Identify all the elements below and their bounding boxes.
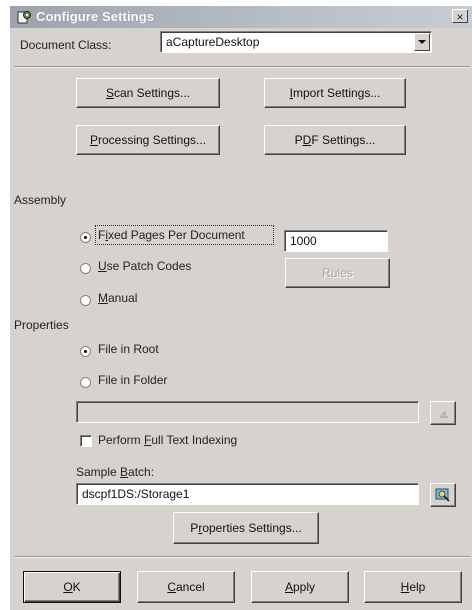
document-class-label: Document Class: bbox=[20, 38, 112, 52]
sample-batch-input[interactable]: dscpf1DS:/Storage1 bbox=[76, 483, 419, 505]
browse-folder-icon bbox=[439, 410, 448, 418]
help-button[interactable]: Help bbox=[364, 571, 462, 603]
sample-batch-value: dscpf1DS:/Storage1 bbox=[82, 487, 190, 501]
browse-folder-button[interactable] bbox=[430, 401, 456, 425]
pdf-settings-button[interactable]: PDF Settings... bbox=[264, 125, 406, 155]
manual-label[interactable]: Manual bbox=[98, 291, 137, 305]
document-class-value: aCaptureDesktop bbox=[166, 35, 260, 49]
document-class-dropdown-button[interactable] bbox=[414, 33, 430, 51]
apply-button[interactable]: Apply bbox=[251, 571, 349, 603]
dropdown-arrow-icon bbox=[418, 40, 426, 44]
use-patch-codes-radio[interactable] bbox=[80, 263, 91, 274]
fixed-pages-focus-rect bbox=[95, 225, 274, 245]
fixed-pages-value: 1000 bbox=[290, 234, 317, 248]
cancel-button[interactable]: Cancel bbox=[137, 571, 235, 603]
processing-settings-button[interactable]: Processing Settings... bbox=[76, 125, 220, 155]
full-text-indexing-checkbox[interactable] bbox=[80, 435, 92, 447]
settings-app-icon bbox=[17, 11, 31, 24]
fixed-pages-input[interactable]: 1000 bbox=[284, 230, 388, 252]
file-in-folder-radio[interactable] bbox=[80, 377, 91, 388]
assembly-label: Assembly bbox=[14, 193, 67, 207]
close-button[interactable]: × bbox=[452, 9, 468, 24]
browse-batch-button[interactable] bbox=[430, 483, 456, 507]
window-title: Configure Settings bbox=[36, 9, 155, 24]
sample-batch-label: Sample Batch: bbox=[76, 465, 155, 479]
configure-settings-dialog: Configure Settings × Document Class: aCa… bbox=[10, 6, 472, 610]
title-bar: Configure Settings × bbox=[10, 6, 472, 28]
fixed-pages-radio[interactable] bbox=[80, 232, 91, 243]
rules-button[interactable]: Rules bbox=[285, 258, 390, 288]
file-in-root-radio[interactable] bbox=[80, 346, 91, 357]
file-in-folder-label[interactable]: File in Folder bbox=[98, 373, 167, 387]
properties-label: Properties bbox=[14, 318, 69, 332]
ok-button[interactable]: OK bbox=[23, 571, 121, 603]
file-in-root-label[interactable]: File in Root bbox=[98, 342, 159, 356]
separator-top bbox=[14, 66, 470, 68]
manual-radio[interactable] bbox=[80, 295, 91, 306]
browse-batch-icon bbox=[435, 488, 450, 502]
scan-settings-button[interactable]: Scan Settings... bbox=[76, 78, 220, 108]
properties-settings-button[interactable]: Properties Settings... bbox=[173, 512, 319, 544]
folder-path-input[interactable] bbox=[76, 401, 419, 423]
use-patch-codes-label[interactable]: Use Patch Codes bbox=[98, 259, 191, 273]
import-settings-button[interactable]: Import Settings... bbox=[264, 78, 406, 108]
separator-bottom bbox=[14, 556, 470, 558]
document-class-select[interactable]: aCaptureDesktop bbox=[160, 31, 432, 53]
close-icon: × bbox=[456, 10, 464, 24]
full-text-indexing-label[interactable]: Perform Full Text Indexing bbox=[98, 433, 237, 447]
